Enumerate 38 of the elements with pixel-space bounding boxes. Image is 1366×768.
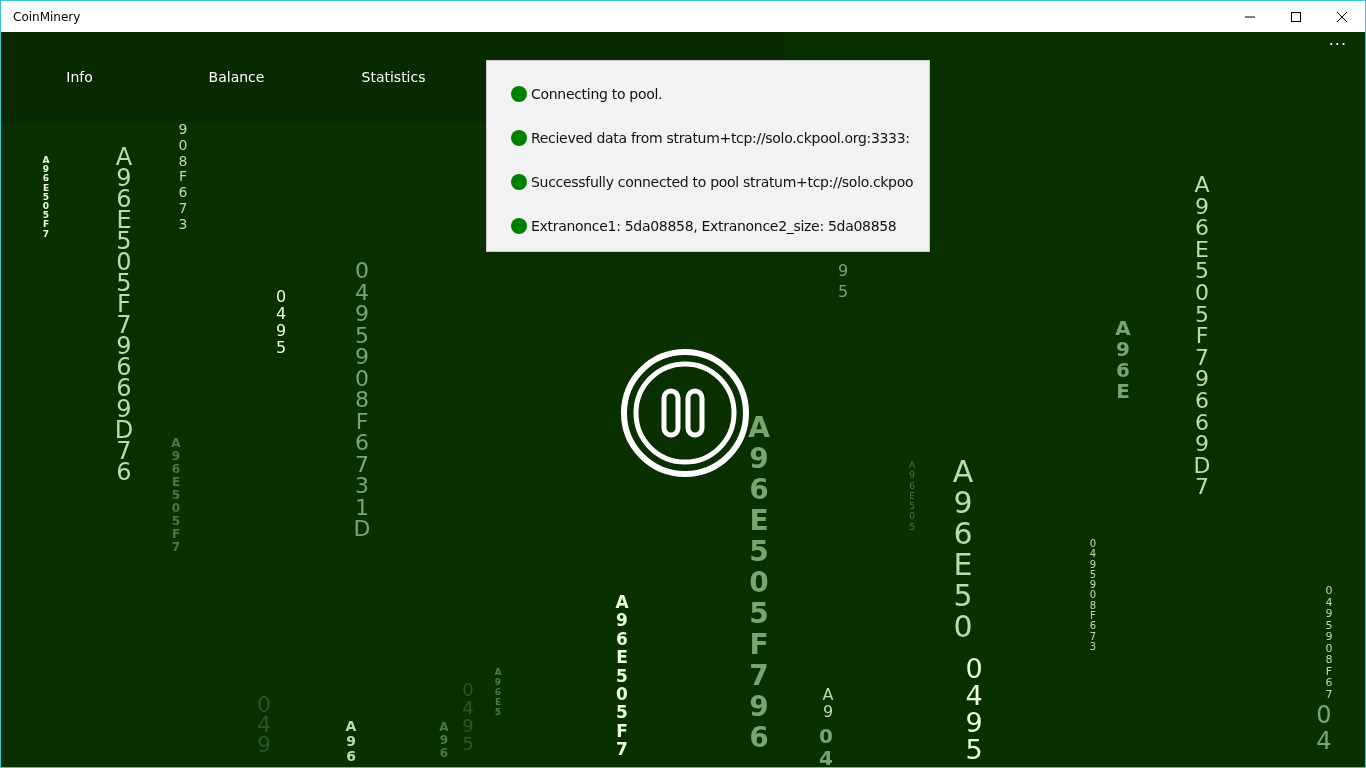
hex-column: 04 [816, 725, 836, 767]
close-icon [1337, 11, 1347, 22]
status-dot-icon [511, 174, 527, 190]
log-message: Connecting to pool. [531, 86, 663, 102]
hex-column: 95 [835, 260, 851, 302]
pause-button[interactable] [620, 348, 750, 478]
hex-column: A96E505F7 [613, 593, 631, 759]
hex-column: A96E505F79669D76 [112, 147, 136, 483]
hex-column: A96E505 [907, 460, 917, 533]
log-message: Extranonce1: 5da08858, Extranonce2_size: 5da08858 [531, 218, 897, 234]
log-message: Recieved data from stratum+tcp://solo.ckpool.org:3333: [531, 130, 910, 146]
nav-tab[interactable]: Statistics [315, 57, 472, 97]
hex-column: A96E505F79669D7 [1191, 174, 1213, 498]
nav-tab[interactable]: Balance [158, 57, 315, 97]
status-dot-icon [511, 218, 527, 234]
hex-column: 0495908F67 [1323, 585, 1335, 700]
status-dot-icon [511, 130, 527, 146]
status-dot-icon [511, 86, 527, 102]
maximize-icon [1291, 11, 1301, 22]
hex-column: A96E [1113, 318, 1133, 402]
hex-column: 908F673 [176, 122, 190, 233]
hex-column: A96E505F7 [170, 437, 182, 554]
hex-column: 0495 [273, 288, 289, 356]
window-title: CoinMinery [13, 9, 82, 24]
more-button[interactable]: ··· [1324, 32, 1351, 56]
hex-column: A96E5 [493, 667, 503, 717]
log-message: Successfully connected to pool stratum+tcp://solo.ckpoo [531, 174, 914, 190]
hex-column: 0495908F673 [1088, 539, 1098, 653]
hex-column: A9 [820, 686, 836, 720]
hex-column: A96 [438, 721, 450, 760]
hex-column: 04 [1312, 702, 1336, 754]
hex-column: A96E505F7 [41, 156, 51, 239]
hex-column: 0495 [960, 655, 988, 763]
hex-column: A96E50 [948, 456, 978, 642]
hex-column: A96 [344, 719, 358, 764]
nav-tab[interactable]: Info [1, 57, 158, 97]
hex-column: 0495908F6731D [351, 260, 373, 540]
hex-column: A96E505F796 [745, 412, 773, 753]
